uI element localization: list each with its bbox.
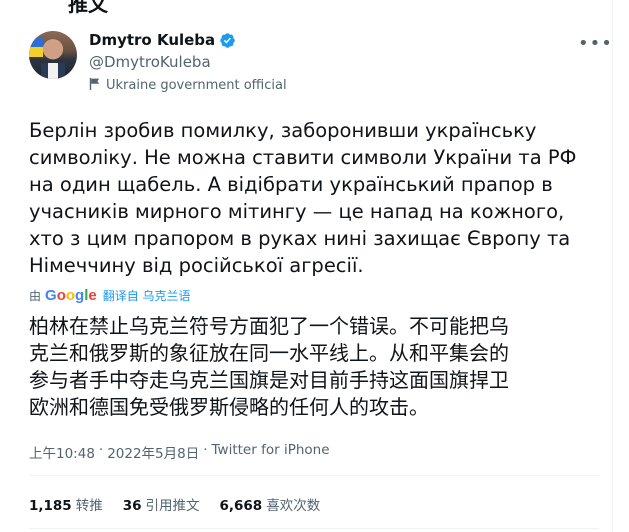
divider	[29, 475, 599, 476]
timestamp-dot: ·	[203, 442, 208, 458]
tweet-time[interactable]: 上午10:48	[29, 442, 95, 462]
flag-icon	[89, 76, 101, 95]
tweet-text: Берлін зробив помилку, заборонивши украї…	[29, 119, 577, 277]
author-handle[interactable]: @DmytroKuleba	[89, 53, 211, 71]
translate-by-label: 由	[29, 289, 42, 303]
government-label: Ukraine government official	[106, 78, 287, 93]
translation-attribution: 由 Google 翻译自 乌克兰语	[29, 287, 191, 304]
google-logo: Google	[45, 287, 97, 304]
timestamp-dot: ·	[98, 442, 104, 458]
translate-source-link[interactable]: 翻译自 乌克兰语	[103, 287, 191, 304]
author-name[interactable]: Dmytro Kuleba	[89, 31, 215, 49]
tweet-timestamp: 上午10:48 · 2022年5月8日 · Twitter for iPhone	[29, 442, 330, 462]
translated-text: 柏林在禁止乌克兰符号方面犯了一个错误。不可能把乌 克兰和俄罗斯的象征放在同一水平…	[29, 314, 509, 419]
likes-stat[interactable]: 6,668 喜欢次数	[220, 494, 321, 514]
flag-in-avatar	[29, 37, 43, 57]
author-name-row[interactable]: Dmytro Kuleba	[89, 31, 236, 49]
avatar[interactable]	[29, 31, 77, 79]
tweet-source: Twitter for iPhone	[211, 442, 330, 458]
verified-badge-icon	[219, 32, 236, 49]
quote-stat[interactable]: 36 引用推文	[123, 494, 200, 514]
column-border	[612, 0, 613, 532]
page-title-partial: 推文	[68, 0, 108, 16]
avatar-shirt	[41, 63, 65, 79]
retweet-stat[interactable]: 1,185 转推	[29, 494, 103, 514]
more-options-icon[interactable]: •••	[578, 33, 613, 54]
government-label-row[interactable]: Ukraine government official	[89, 76, 287, 95]
divider	[29, 528, 599, 529]
tweet-stats: 1,185 转推 36 引用推文 6,668 喜欢次数	[29, 494, 320, 514]
tweet-date[interactable]: 2022年5月8日	[107, 442, 199, 462]
